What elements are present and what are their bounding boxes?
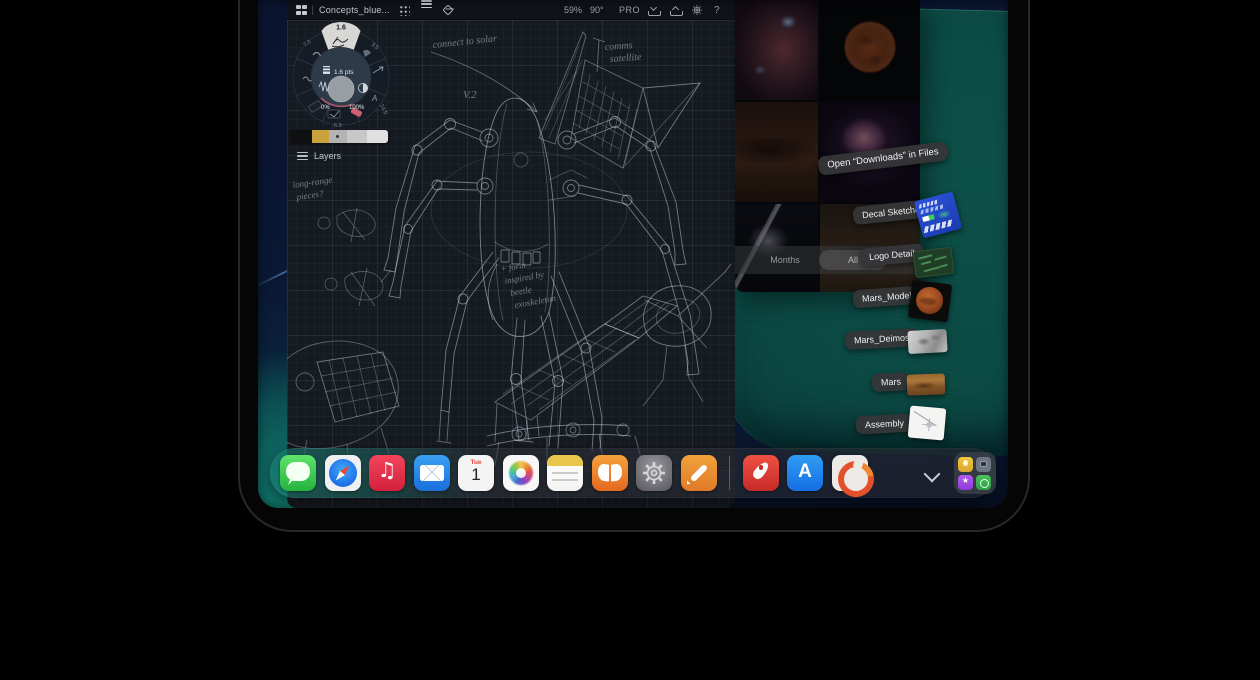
drag-action-label: Open “Downloads” in Files (817, 141, 948, 176)
drag-thumb-mars-deimos (907, 329, 947, 354)
drag-thumb-logo-detail (913, 247, 955, 279)
drag-thumb-mars-model (908, 280, 952, 323)
drag-layer: Open “Downloads” in Files Decal Sketches… (258, 0, 1008, 508)
drag-thumb-assembly (908, 405, 947, 440)
drag-label-assembly: Assembly (856, 414, 914, 435)
drag-thumb-decal-sketches (914, 191, 962, 238)
drag-label-mars: Mars (872, 372, 911, 392)
drag-thumb-mars (907, 373, 946, 395)
ipad-screen: connect to solar comms satellite V.2 lon… (258, 0, 1008, 508)
